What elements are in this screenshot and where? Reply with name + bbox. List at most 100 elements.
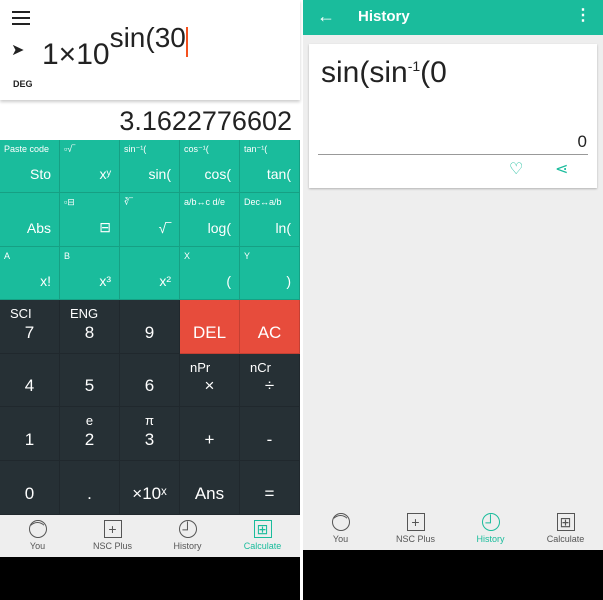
- key-3[interactable]: DEL: [180, 300, 240, 354]
- send-icon[interactable]: ➤: [11, 40, 24, 60]
- nav-label: You: [332, 534, 349, 544]
- key-1[interactable]: ENG 8: [60, 300, 120, 354]
- key-9[interactable]: Dec↔a/b ln(: [240, 193, 300, 247]
- key-8[interactable]: nPr ×: [180, 353, 240, 408]
- nav-you[interactable]: ⌒ You: [303, 508, 378, 550]
- expression-base: 1×10: [42, 38, 110, 71]
- key-secondary-label: Dec↔a/b: [244, 197, 282, 208]
- key-9[interactable]: nCr ÷: [240, 353, 300, 408]
- key-8[interactable]: a/b↔c d/e log(: [180, 193, 240, 247]
- key-secondary-label: Y: [244, 250, 251, 261]
- key-4[interactable]: tan⁻¹(tan(: [240, 140, 300, 194]
- calculator-icon: ⊞: [253, 520, 272, 538]
- key-label: ⊟: [99, 218, 111, 235]
- key-label: √‾: [158, 219, 171, 236]
- nav-label: Calculate: [243, 541, 282, 551]
- key-16[interactable]: .: [60, 461, 120, 515]
- key-18[interactable]: Ans: [180, 461, 240, 515]
- key-2[interactable]: 9: [120, 300, 180, 354]
- key-secondary-label: nPr: [190, 359, 211, 375]
- key-10[interactable]: 1: [0, 407, 60, 462]
- divider: [318, 154, 588, 155]
- share-icon[interactable]: ⋖: [555, 159, 568, 179]
- key-label: .: [87, 483, 92, 503]
- key-label: =: [264, 483, 275, 503]
- key-13[interactable]: X(: [180, 246, 240, 300]
- key-6[interactable]: 5: [60, 353, 120, 408]
- key-label: 0: [24, 483, 35, 503]
- back-arrow-icon[interactable]: ←: [317, 6, 335, 27]
- key-secondary-label: ENG: [70, 306, 99, 321]
- key-14[interactable]: Y): [240, 246, 300, 300]
- key-5[interactable]: 4: [0, 353, 60, 408]
- nav-history[interactable]: ┘ History: [453, 508, 528, 550]
- key-label: 3: [144, 430, 155, 450]
- key-label: 1: [24, 430, 35, 450]
- key-label: 9: [144, 322, 155, 342]
- expression-tail: (0: [420, 56, 447, 89]
- history-card[interactable]: sin(sin-1(0 0 ♡ ⋖: [309, 44, 597, 188]
- key-label: -: [266, 430, 273, 450]
- history-expression: sin(sin-1(0: [321, 56, 447, 90]
- key-14[interactable]: -: [240, 407, 300, 462]
- system-bar: [303, 550, 603, 600]
- key-11[interactable]: Bx³: [60, 246, 120, 300]
- system-bar: [0, 557, 300, 600]
- nav-you[interactable]: ⌒ You: [0, 515, 75, 557]
- number-keypad: SCI 7 ENG 8 9 DEL AC 4 5 6 nPr × nCr ÷ 1 e 2 π 3 + - 0. ×10ˣ An…: [0, 300, 300, 515]
- nav-nsc-plus[interactable]: + NSC Plus: [75, 515, 150, 557]
- more-options-icon[interactable]: ⋮: [575, 5, 591, 25]
- key-7[interactable]: ∛‾ √‾: [120, 193, 180, 247]
- bottom-nav: ⌒ You + NSC Plus ┘ History ⊞ Calculate: [0, 515, 300, 557]
- key-12[interactable]: π3: [120, 407, 180, 462]
- key-5[interactable]: Abs: [0, 193, 60, 247]
- key-label: xʸ: [99, 166, 112, 183]
- key-0[interactable]: SCI 7: [0, 300, 60, 354]
- text-cursor: [185, 27, 188, 58]
- history-panel: ← History ⋮ sin(sin-1(0 0 ♡ ⋖ ⌒ You + NSC P…: [303, 0, 603, 600]
- plus-icon: +: [103, 520, 122, 538]
- key-6[interactable]: ▫⊟ ⊟: [60, 193, 120, 247]
- key-1[interactable]: ▫√‾ xʸ: [60, 140, 120, 194]
- key-19[interactable]: =: [240, 461, 300, 515]
- key-10[interactable]: Ax!: [0, 246, 60, 300]
- key-7[interactable]: 6: [120, 353, 180, 408]
- display: ➤ 1×10sin(30 DEG: [0, 0, 300, 100]
- key-label: x³: [99, 272, 111, 289]
- key-label: (: [226, 272, 231, 289]
- key-secondary-label: X: [184, 250, 191, 261]
- key-label: ): [286, 272, 291, 289]
- calculator-panel: ➤ 1×10sin(30 DEG 3.1622776602 Paste code…: [0, 0, 300, 600]
- key-label: DEL: [192, 322, 227, 342]
- key-11[interactable]: e2: [60, 407, 120, 462]
- key-0[interactable]: Paste code Sto: [0, 140, 60, 194]
- key-secondary-label: tan⁻¹(: [244, 144, 268, 154]
- menu-icon[interactable]: [12, 11, 30, 25]
- key-label: AC: [257, 322, 282, 342]
- key-4[interactable]: AC: [240, 300, 300, 354]
- nav-history[interactable]: ┘ History: [150, 515, 225, 557]
- key-12[interactable]: x²: [120, 246, 180, 300]
- nav-calculate[interactable]: ⊞ Calculate: [528, 508, 603, 550]
- angle-mode[interactable]: DEG: [13, 79, 33, 89]
- key-label: ×10ˣ: [132, 483, 167, 503]
- key-15[interactable]: 0: [0, 461, 60, 515]
- key-secondary-label: cos⁻¹(: [184, 144, 209, 154]
- clock-icon: ┘: [178, 520, 197, 538]
- key-13[interactable]: +: [180, 407, 240, 462]
- clock-icon: ┘: [481, 513, 500, 531]
- key-2[interactable]: sin⁻¹(sin(: [120, 140, 180, 194]
- nav-nsc-plus[interactable]: + NSC Plus: [378, 508, 453, 550]
- expression-text: sin(sin: [321, 56, 408, 89]
- nav-label: You: [29, 541, 46, 551]
- key-secondary-label: ∛‾: [124, 197, 133, 208]
- expression-input[interactable]: 1×10sin(30: [42, 22, 188, 72]
- nav-label: NSC Plus: [92, 541, 132, 551]
- heart-icon[interactable]: ♡: [509, 159, 523, 179]
- key-3[interactable]: cos⁻¹(cos(: [180, 140, 240, 194]
- key-17[interactable]: ×10ˣ: [120, 461, 180, 515]
- nav-label: Calculate: [546, 534, 585, 544]
- key-label: 2: [84, 430, 95, 450]
- nav-calculate[interactable]: ⊞ Calculate: [225, 515, 300, 557]
- key-label: Ans: [194, 483, 225, 503]
